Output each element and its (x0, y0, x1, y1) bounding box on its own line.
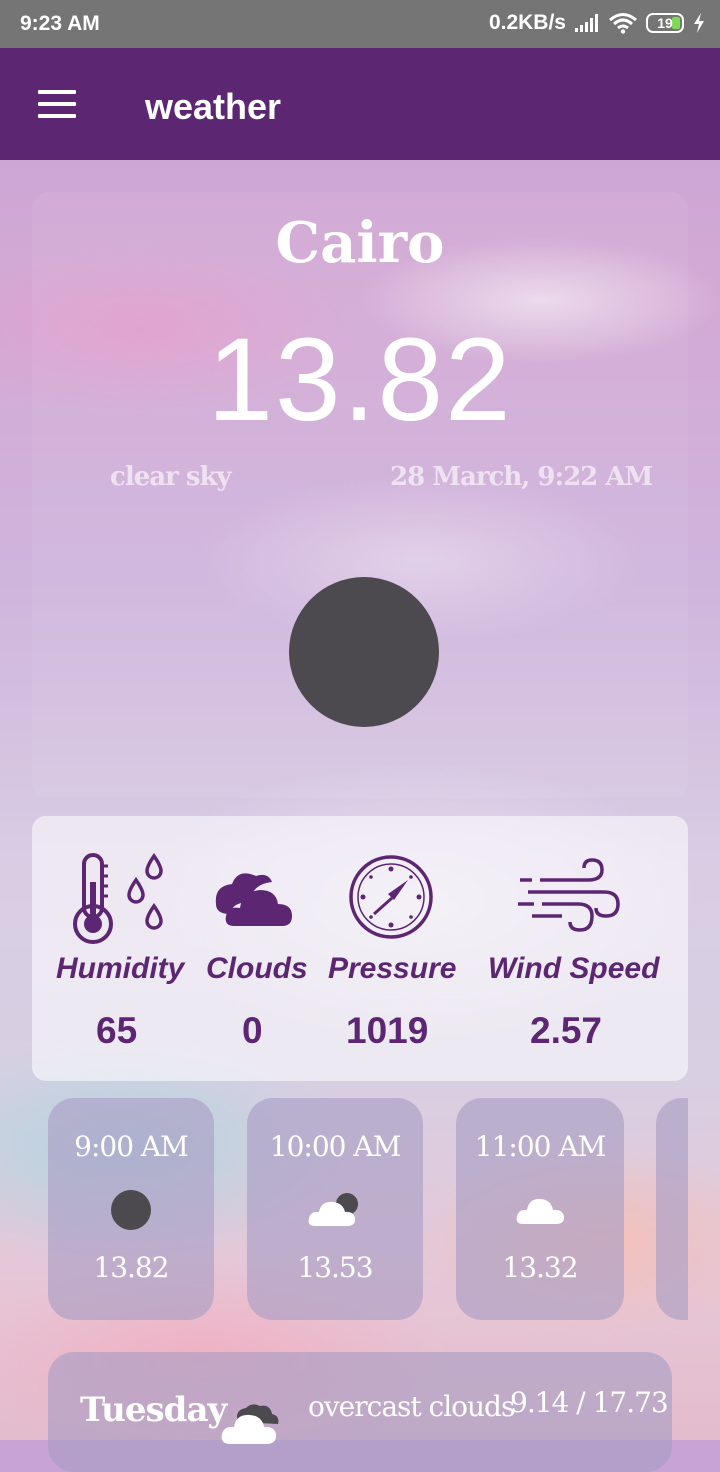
battery-icon: 19 (646, 13, 684, 33)
daily-forecast-item[interactable]: Tuesday overcast clouds 9.14 / 17.73 (48, 1352, 672, 1472)
menu-icon[interactable] (38, 90, 76, 118)
app-toolbar: weather (0, 48, 720, 160)
current-datetime: 28 March, 9:22 AM (390, 462, 653, 492)
battery-level: 19 (657, 15, 673, 31)
weather-stats-card: Humidity 65 Clouds 0 Pressure 1019 Wind … (32, 816, 688, 1081)
daily-day: Tuesday (80, 1390, 227, 1430)
wifi-icon (609, 13, 637, 34)
daily-temperature-range: 9.14 / 17.73 (510, 1386, 669, 1419)
stat-value: 1019 (346, 1010, 429, 1051)
weather-description: clear sky (110, 462, 232, 492)
hourly-forecast-item[interactable]: 11:00 AM 13.32 (456, 1098, 624, 1320)
hourly-time: 9:00 AM (74, 1130, 189, 1163)
hourly-time: 11:00 AM (474, 1130, 606, 1163)
cloud-icon (516, 1198, 565, 1224)
stat-value: 2.57 (530, 1010, 603, 1051)
city-name: Cairo (275, 210, 445, 276)
gauge-icon (349, 855, 433, 939)
signal-icon (575, 14, 598, 32)
stat-label: Clouds (206, 952, 308, 985)
current-temperature: 13.82 (207, 314, 513, 446)
hourly-forecast-item[interactable]: 9:00 AM 13.82 (48, 1098, 214, 1320)
stat-value: 0 (242, 1010, 263, 1051)
current-weather-card: Cairo 13.82 clear sky 28 March, 9:22 AM (32, 192, 688, 798)
hourly-forecast-item[interactable]: 10:00 AM 13.53 (247, 1098, 423, 1320)
overcast-clouds-icon (221, 1404, 279, 1444)
thermometer-droplets-icon (73, 852, 163, 944)
stat-value: 65 (96, 1010, 138, 1051)
clear-night-icon (289, 577, 439, 727)
battery-fill (672, 17, 680, 29)
daily-description: overcast clouds (308, 1390, 515, 1423)
clear-night-icon (111, 1190, 151, 1230)
charging-icon (694, 13, 704, 33)
hourly-temperature: 13.32 (502, 1251, 578, 1284)
status-time: 9:23 AM (20, 12, 100, 35)
status-bar: 9:23 AM 0.2KB/s 19 (0, 0, 720, 48)
partly-cloudy-night-icon (308, 1193, 358, 1226)
app-title: weather (145, 86, 282, 127)
wind-icon (518, 858, 620, 932)
stat-label: Humidity (56, 952, 185, 985)
hourly-temperature: 13.53 (297, 1251, 373, 1284)
stat-label: Pressure (328, 952, 457, 985)
hourly-temperature: 13.82 (93, 1251, 169, 1284)
hourly-forecast-item-partial[interactable] (656, 1098, 688, 1320)
network-speed: 0.2KB/s (488, 11, 566, 34)
hourly-time: 10:00 AM (269, 1130, 401, 1163)
stat-label: Wind Speed (488, 952, 660, 985)
status-icons: 0.2KB/s 19 (489, 11, 706, 35)
cloud-icon (215, 873, 292, 926)
